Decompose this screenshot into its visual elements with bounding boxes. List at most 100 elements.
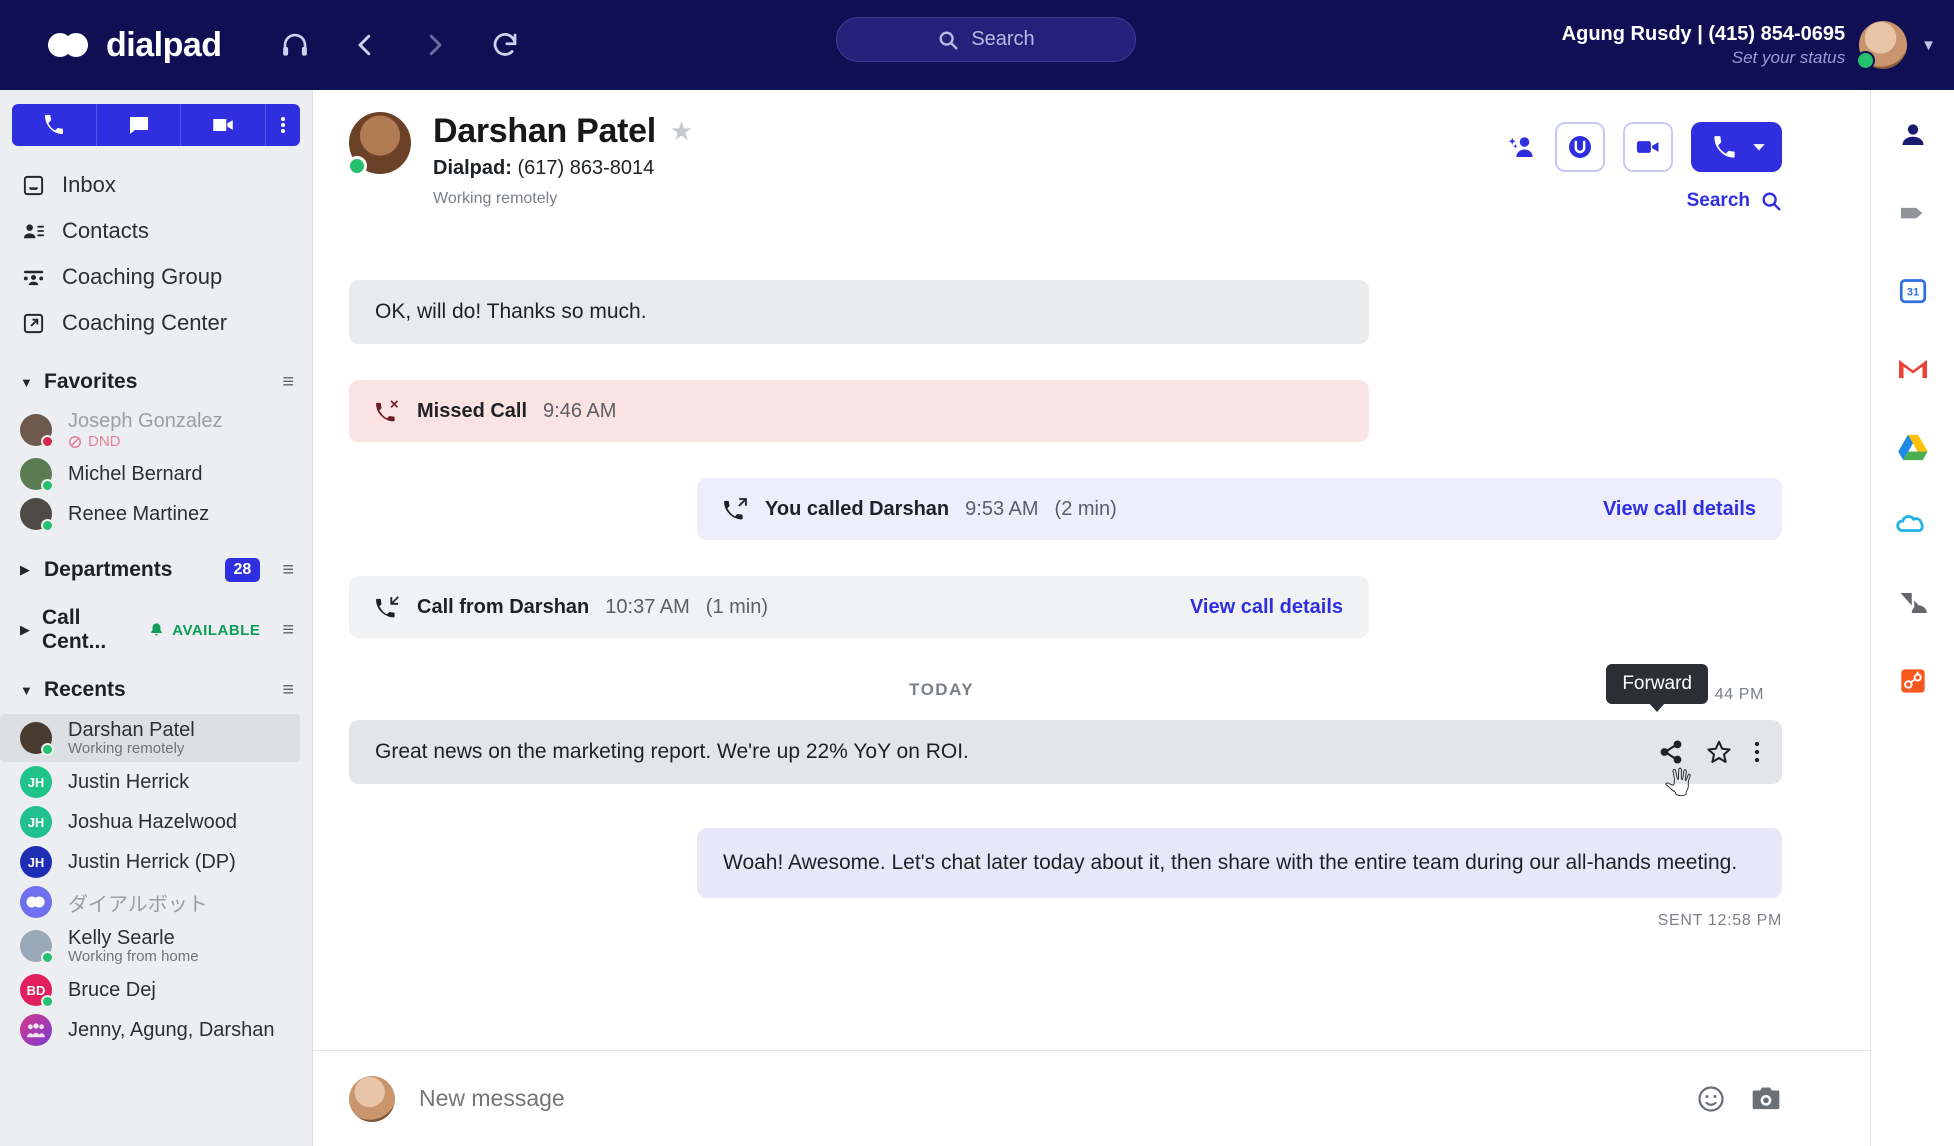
recent-item-joshua-hazelwood[interactable]: JH Joshua Hazelwood	[0, 802, 312, 842]
avatar: JH	[20, 806, 52, 838]
coaching-center-icon	[20, 312, 46, 335]
sidebar-item-contacts[interactable]: Contacts	[0, 208, 312, 254]
contact-name: Michel Bernard	[68, 462, 203, 485]
event-duration: (1 min)	[705, 595, 769, 618]
user-text-block: Agung Rusdy | (415) 854-0695 Set your st…	[1562, 22, 1845, 68]
sidebar-item-inbox[interactable]: Inbox	[0, 162, 312, 208]
incoming-call-icon	[376, 596, 399, 618]
recent-item-justin-herrick[interactable]: JH Justin Herrick	[0, 762, 312, 802]
presence-dot	[41, 743, 54, 756]
hubspot-icon[interactable]	[1894, 662, 1932, 700]
back-arrow-icon[interactable]	[348, 28, 382, 62]
message-timestamp: 44 PM	[1714, 686, 1764, 703]
emoji-icon[interactable]	[1696, 1084, 1726, 1114]
recent-item-justin-herrick-dp[interactable]: JH Justin Herrick (DP)	[0, 842, 312, 882]
sidebar-item-coaching-group[interactable]: Coaching Group	[0, 254, 312, 300]
contact-phone-line: Dialpad: (617) 863-8014	[433, 157, 693, 180]
contact-title-row: Darshan Patel ★	[433, 112, 693, 151]
avatar-initials: BD	[26, 982, 46, 998]
section-header-recents[interactable]: ▼ Recents ≡	[0, 666, 312, 714]
add-person-icon[interactable]	[1507, 132, 1537, 162]
video-call-button[interactable]	[1623, 122, 1673, 172]
forward-arrow-icon[interactable]	[418, 28, 452, 62]
favorite-item-michel-bernard[interactable]: Michel Bernard	[0, 454, 312, 494]
messages-tab[interactable]	[96, 104, 182, 146]
gmail-icon[interactable]	[1894, 350, 1932, 388]
recent-item-darshan-patel[interactable]: Darshan Patel Working remotely	[0, 714, 300, 762]
recent-item-bruce-dej[interactable]: BD Bruce Dej	[0, 970, 312, 1010]
recent-item-dialbot[interactable]: ダイアルボット	[0, 882, 312, 922]
refresh-icon[interactable]	[488, 28, 522, 62]
page-title: Darshan Patel	[433, 112, 656, 150]
recent-item-kelly-searle[interactable]: Kelly Searle Working from home	[0, 922, 312, 970]
drag-handle-icon[interactable]: ≡	[282, 371, 294, 394]
main-conversation-panel: Darshan Patel ★ Dialpad: (617) 863-8014 …	[313, 90, 1870, 1146]
section-header-call-center[interactable]: ▶ Call Cent... AVAILABLE ≡	[0, 606, 312, 654]
call-center-availability[interactable]: AVAILABLE	[148, 622, 260, 639]
view-call-details-link[interactable]: View call details	[1190, 596, 1343, 619]
message-bubble-hovered[interactable]: Great news on the marketing report. We'r…	[349, 664, 1782, 799]
camera-icon[interactable]	[1750, 1083, 1782, 1115]
zendesk-icon[interactable]	[1894, 584, 1932, 622]
left-sidebar: Inbox Contacts Coaching Group Coaching C…	[0, 90, 313, 1146]
view-call-details-link[interactable]: View call details	[1603, 498, 1756, 521]
chevron-down-icon: ▼	[20, 374, 33, 390]
chevron-right-icon: ▶	[20, 562, 30, 577]
tag-icon[interactable]	[1894, 194, 1932, 232]
ai-assist-button[interactable]	[1555, 122, 1605, 172]
global-search-input[interactable]: Search	[836, 17, 1136, 62]
top-nav-icon-group	[278, 28, 522, 62]
section-header-favorites[interactable]: ▼ Favorites ≡	[0, 358, 312, 406]
user-account-area[interactable]: Agung Rusdy | (415) 854-0695 Set your st…	[1562, 0, 1936, 90]
new-message-input[interactable]	[419, 1085, 1672, 1112]
video-tab[interactable]	[181, 104, 267, 146]
call-button[interactable]	[1691, 122, 1782, 172]
conversation-header: Darshan Patel ★ Dialpad: (617) 863-8014 …	[313, 90, 1870, 250]
event-label: You called Darshan	[765, 497, 950, 520]
salesforce-icon[interactable]	[1894, 506, 1932, 544]
chevron-down-icon	[1753, 144, 1765, 151]
contact-name: Bruce Dej	[68, 978, 156, 1001]
avatar-initials: JH	[27, 774, 45, 790]
presence-dot	[347, 156, 367, 176]
contact-name: ダイアルボット	[68, 893, 208, 916]
more-options-icon[interactable]	[1754, 739, 1760, 765]
event-time: 10:37 AM	[605, 595, 690, 618]
more-tab[interactable]	[266, 104, 301, 146]
user-name-and-number: Agung Rusdy | (415) 854-0695	[1561, 22, 1846, 45]
contact-name: Renee Martinez	[68, 502, 210, 525]
conversation-search-button[interactable]: Search	[1687, 190, 1782, 212]
sidebar-item-label: Coaching Center	[62, 310, 228, 335]
global-search-placeholder: Search	[971, 28, 1035, 50]
forward-icon[interactable]	[1658, 739, 1684, 765]
contact-name: Justin Herrick (DP)	[68, 850, 236, 873]
drag-handle-icon[interactable]: ≡	[282, 619, 294, 642]
favorite-item-renee-martinez[interactable]: Renee Martinez	[0, 494, 312, 534]
drag-handle-icon[interactable]: ≡	[282, 559, 294, 582]
message-thread[interactable]: OK, will do! Thanks so much. Missed Call…	[313, 250, 1870, 1050]
dialpad-logo[interactable]: dialpad	[48, 26, 222, 65]
headset-icon[interactable]	[278, 28, 312, 62]
recent-item-group-chat[interactable]: Jenny, Agung, Darshan	[0, 1010, 312, 1050]
chevron-down-icon[interactable]: ▼	[1921, 37, 1936, 54]
presence-dot	[1856, 51, 1876, 70]
favorite-item-joseph-gonzalez[interactable]: Joseph Gonzalez DND	[0, 406, 312, 454]
sidebar-segmented-control	[12, 104, 301, 146]
google-drive-icon[interactable]	[1894, 428, 1932, 466]
contact-name: Jenny, Agung, Darshan	[68, 1018, 275, 1041]
avatar	[20, 1014, 52, 1046]
google-calendar-icon[interactable]: 31	[1894, 272, 1932, 310]
sidebar-item-coaching-center[interactable]: Coaching Center	[0, 300, 312, 346]
star-icon[interactable]	[1706, 739, 1732, 765]
presence-dot	[41, 951, 54, 964]
star-icon[interactable]: ★	[670, 116, 693, 147]
contact-panel-icon[interactable]	[1894, 116, 1932, 154]
section-header-departments[interactable]: ▶ Departments 28 ≡	[0, 546, 312, 594]
event-time: 9:46 AM	[543, 399, 617, 422]
phone-tab[interactable]	[12, 104, 97, 146]
set-your-status-link[interactable]: Set your status	[1562, 47, 1845, 68]
avatar	[20, 498, 54, 532]
drag-handle-icon[interactable]: ≡	[282, 679, 294, 702]
contact-name: Joshua Hazelwood	[68, 810, 237, 833]
avatar[interactable]	[1856, 21, 1908, 70]
